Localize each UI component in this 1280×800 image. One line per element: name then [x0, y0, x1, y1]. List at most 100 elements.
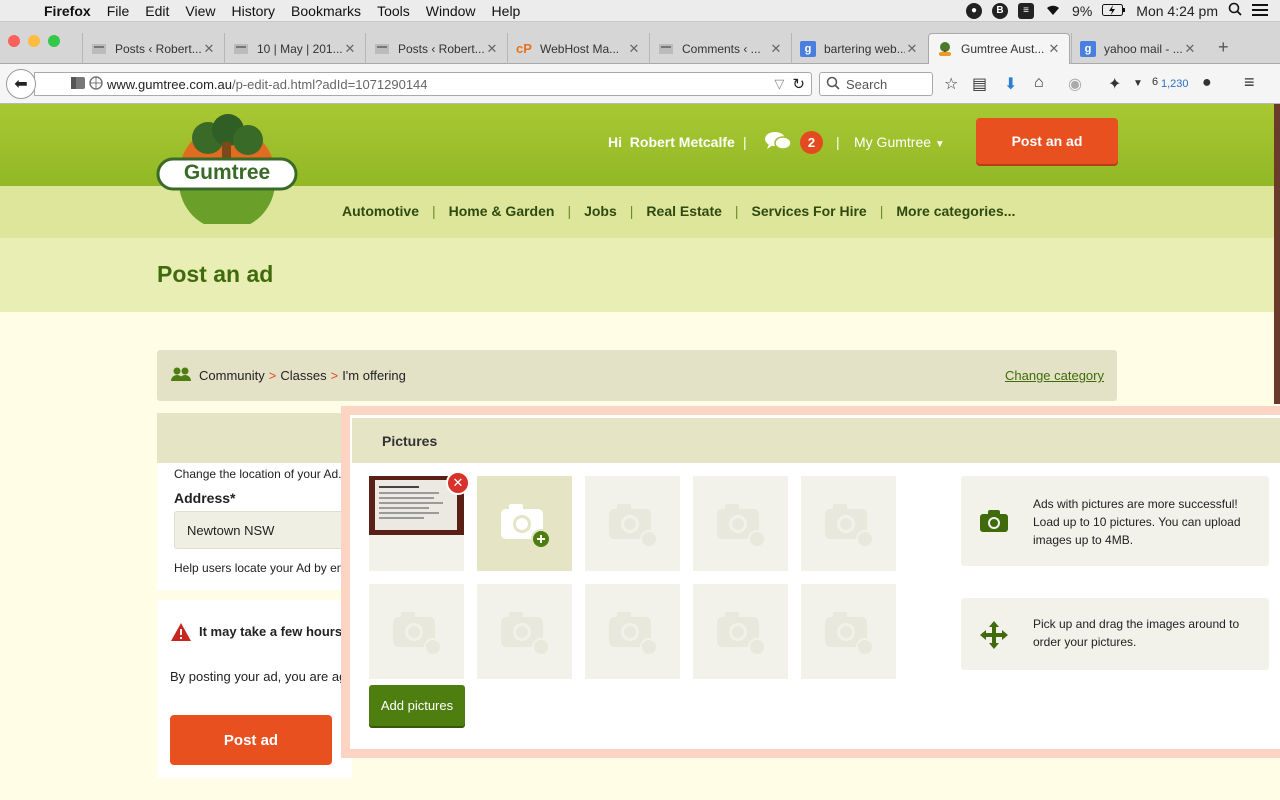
tab-yahoo[interactable]: g yahoo mail - ... ✕ — [1071, 33, 1205, 64]
pictures-panel-header — [352, 418, 1280, 463]
url-bar[interactable]: www.gumtree.com.au /p-edit-ad.html?adId=… — [34, 72, 812, 96]
camera-placeholder-icon — [824, 611, 874, 656]
close-window-button[interactable] — [8, 35, 20, 47]
home-icon[interactable]: ⌂ — [1034, 74, 1044, 92]
tab-posts-1[interactable]: Posts ‹ Robert... ✕ — [82, 33, 224, 64]
wordpress-icon — [233, 41, 249, 57]
close-tab-icon[interactable]: ✕ — [1047, 41, 1061, 57]
tab-label: yahoo mail - ... — [1104, 41, 1183, 56]
address-input[interactable]: Newtown NSW — [174, 511, 352, 549]
nav-more-categories[interactable]: More categories... — [896, 203, 1015, 219]
bitcoin-icon[interactable]: B — [992, 2, 1009, 19]
picture-slot-empty — [477, 584, 572, 679]
wifi-icon[interactable] — [1044, 2, 1062, 19]
bookmark-star-icon[interactable]: ☆ — [944, 74, 958, 94]
reading-list-icon[interactable]: ▤ — [972, 74, 987, 94]
messages-icon[interactable] — [764, 131, 792, 157]
menu-bookmarks[interactable]: Bookmarks — [283, 3, 369, 19]
header-separator: | — [836, 134, 840, 150]
download-icon[interactable]: ⬇ — [1004, 74, 1017, 94]
spotlight-search-icon[interactable] — [1228, 2, 1242, 19]
zoom-window-button[interactable] — [48, 35, 60, 47]
my-gumtree-label: My Gumtree — [854, 134, 932, 150]
status-app-icon-2[interactable]: ≡ — [1018, 2, 1035, 19]
tab-comments[interactable]: Comments ‹ ... ✕ — [649, 33, 791, 64]
menu-file[interactable]: File — [99, 3, 138, 19]
tab-bartering[interactable]: g bartering web... ✕ — [791, 33, 927, 64]
tab-gumtree-active[interactable]: Gumtree Aust... ✕ — [928, 33, 1070, 64]
nav-automotive[interactable]: Automotive — [342, 203, 419, 219]
post-ad-button[interactable]: Post ad — [170, 715, 332, 765]
google-icon: g — [1080, 40, 1096, 57]
new-tab-icon[interactable]: + — [1218, 37, 1229, 58]
nav-jobs[interactable]: Jobs — [584, 203, 617, 219]
site-info-icon[interactable] — [89, 75, 107, 93]
my-gumtree-menu[interactable]: My Gumtree ▼ — [854, 134, 945, 150]
counter-b: 1,230 — [1161, 78, 1189, 90]
picture-slot-empty — [801, 584, 896, 679]
url-dropdown-icon[interactable]: ▽ — [774, 76, 784, 92]
close-tab-icon[interactable]: ✕ — [905, 41, 919, 57]
close-tab-icon[interactable]: ✕ — [485, 41, 499, 57]
menu-history[interactable]: History — [223, 3, 283, 19]
extension-icon[interactable]: ◉ — [1068, 74, 1082, 94]
community-icon — [171, 366, 191, 385]
picture-slot-add[interactable] — [477, 476, 572, 571]
menu-app-name[interactable]: Firefox — [36, 3, 99, 19]
nav-home-garden[interactable]: Home & Garden — [449, 203, 555, 219]
picture-slot-empty — [801, 476, 896, 571]
message-count-badge[interactable]: 2 — [800, 131, 823, 154]
hamburger-menu-icon[interactable]: ≡ — [1244, 72, 1255, 93]
menu-edit[interactable]: Edit — [137, 3, 177, 19]
add-pictures-button[interactable]: Add pictures — [369, 685, 465, 726]
menu-window[interactable]: Window — [418, 3, 484, 19]
menu-tools[interactable]: Tools — [369, 3, 418, 19]
url-domain: www.gumtree.com.au — [107, 76, 232, 92]
close-tab-icon[interactable]: ✕ — [202, 41, 216, 57]
upload-tip-box: Ads with pictures are more successful! L… — [961, 476, 1269, 566]
drag-tip-text: Pick up and drag the images around to or… — [1033, 617, 1240, 649]
close-tab-icon[interactable]: ✕ — [1183, 41, 1197, 57]
search-box[interactable]: Search — [819, 72, 933, 96]
tab-may[interactable]: 10 | May | 201... ✕ — [224, 33, 365, 64]
breadcrumb-separator: > — [330, 368, 339, 383]
post-an-ad-button[interactable]: Post an ad — [976, 118, 1118, 164]
chevron-down-icon[interactable]: ▼ — [1133, 78, 1143, 89]
add-camera-icon — [500, 503, 551, 549]
tab-posts-2[interactable]: Posts ‹ Robert... ✕ — [365, 33, 507, 64]
menu-help[interactable]: Help — [484, 3, 529, 19]
category-breadcrumb: Community > Classes > I'm offering Chang… — [157, 350, 1117, 401]
back-arrow-icon: ⬅ — [14, 76, 28, 93]
nav-separator: | — [734, 203, 739, 219]
reload-icon[interactable]: ↻ — [792, 75, 805, 93]
user-name[interactable]: Robert Metcalfe — [630, 134, 735, 150]
url-path: /p-edit-ad.html?adId=1071290144 — [232, 76, 428, 92]
battery-icon[interactable] — [1102, 3, 1126, 19]
camera-placeholder-icon — [608, 611, 658, 656]
chat-bubble-icon[interactable]: ● — [1202, 74, 1212, 92]
header-separator: | — [743, 134, 747, 150]
breadcrumb-offering: I'm offering — [342, 368, 406, 383]
tab-webhost[interactable]: cP WebHost Ma... ✕ — [507, 33, 649, 64]
menu-view[interactable]: View — [177, 3, 223, 19]
change-category-link[interactable]: Change category — [1005, 368, 1104, 383]
nav-services-for-hire[interactable]: Services For Hire — [752, 203, 867, 219]
back-button[interactable]: ⬅ — [6, 69, 36, 99]
gumtree-icon — [937, 41, 953, 57]
tools-icon[interactable]: ✦ — [1108, 74, 1121, 94]
category-nav: Automotive | Home & Garden | Jobs | Real… — [342, 203, 1015, 219]
nav-real-estate[interactable]: Real Estate — [646, 203, 721, 219]
tab-label: Posts ‹ Robert... — [398, 41, 485, 56]
status-app-icon[interactable]: ● — [966, 2, 983, 19]
remove-picture-icon[interactable]: ✕ — [446, 471, 470, 495]
close-tab-icon[interactable]: ✕ — [343, 41, 357, 57]
reader-view-icon[interactable] — [71, 76, 89, 92]
minimize-window-button[interactable] — [28, 35, 40, 47]
close-tab-icon[interactable]: ✕ — [769, 41, 783, 57]
gumtree-logo[interactable]: Gumtree — [156, 112, 298, 230]
address-help: Help users locate your Ad by ente — [174, 561, 354, 575]
notification-center-icon[interactable] — [1252, 3, 1268, 19]
close-tab-icon[interactable]: ✕ — [627, 41, 641, 57]
tab-label: bartering web... — [824, 41, 905, 56]
clock[interactable]: Mon 4:24 pm — [1136, 3, 1218, 19]
